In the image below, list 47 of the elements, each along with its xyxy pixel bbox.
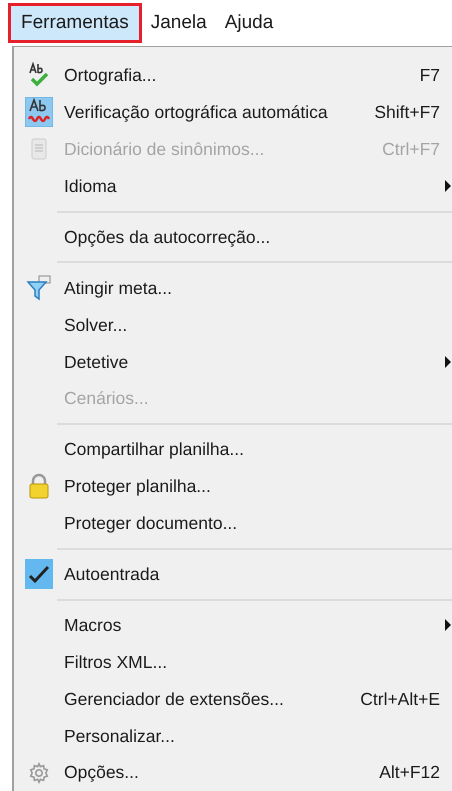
shortcut-label: F7 xyxy=(420,64,440,88)
menu-item-label: Dicionário de sinônimos... xyxy=(64,138,264,162)
menu-item[interactable]: Opções da autocorreção... xyxy=(14,218,452,256)
shortcut-label: Shift+F7 xyxy=(374,101,440,124)
menubar-item[interactable]: Ajuda xyxy=(216,3,282,43)
menu-item-label: Personalizar... xyxy=(64,724,175,748)
menu-item-label: Atingir meta... xyxy=(64,276,172,300)
menu-item-label: Opções... xyxy=(64,761,139,784)
menu-item-label: Macros xyxy=(64,614,122,637)
menu-item-label: Opções da autocorreção... xyxy=(64,226,270,249)
menu-item-label: Filtros XML... xyxy=(64,650,168,674)
menu-item[interactable]: Personalizar... xyxy=(14,717,452,754)
gear-icon xyxy=(28,762,50,784)
menu-item-label: Ortografia... xyxy=(64,64,156,88)
spellcheck-icon xyxy=(27,62,51,88)
padlock-icon xyxy=(29,473,49,500)
menu-item[interactable]: Proteger documento... xyxy=(14,504,452,542)
shortcut-label: Ctrl+F7 xyxy=(382,138,440,162)
menubar-item[interactable]: Ferramentas xyxy=(8,3,142,43)
menu-item[interactable]: Macros xyxy=(14,606,452,644)
funnel-icon xyxy=(26,274,52,301)
menu-item-label: Idioma xyxy=(64,174,117,198)
shortcut-label: Alt+F12 xyxy=(379,761,440,784)
menu-item-label: Cenários... xyxy=(64,387,149,410)
menu-item[interactable]: Compartilhar planilha... xyxy=(14,431,452,468)
menu-item[interactable]: Autoentrada xyxy=(14,556,452,593)
menu-item[interactable]: Opções... Alt+F12 xyxy=(14,754,452,791)
menu-item-label: Proteger planilha... xyxy=(64,475,211,498)
menu-item-label: Gerenciador de extensões... xyxy=(64,688,284,711)
menu-item-label: Compartilhar planilha... xyxy=(64,438,244,462)
menu-item-label: Detetive xyxy=(64,350,128,374)
menu-item[interactable]: Idioma xyxy=(14,168,452,205)
menu-item[interactable]: Detetive xyxy=(14,343,452,380)
menu-item[interactable]: Proteger planilha... xyxy=(14,468,452,505)
menu-item[interactable]: Filtros XML... xyxy=(14,643,452,680)
shortcut-label: Ctrl+Alt+E xyxy=(360,688,440,711)
menu-item[interactable]: Solver... xyxy=(14,306,452,344)
menu-item-label: Solver... xyxy=(64,314,128,337)
menu-item-label: Proteger documento... xyxy=(64,512,238,536)
menu-item[interactable]: Gerenciador de extensões... Ctrl+Alt+E xyxy=(14,680,452,718)
menubar-item[interactable]: Janela xyxy=(142,3,216,43)
menu-item-label: Autoentrada xyxy=(64,563,160,586)
menu-item-label: Verificação ortográfica automática xyxy=(64,101,328,124)
menu-item[interactable]: Ortografia... F7 xyxy=(14,57,452,94)
menu-item[interactable]: Atingir meta... xyxy=(14,269,452,306)
document-icon xyxy=(31,138,47,160)
menu-item[interactable]: Verificação ortográfica automática Shift+F7 xyxy=(14,94,452,131)
